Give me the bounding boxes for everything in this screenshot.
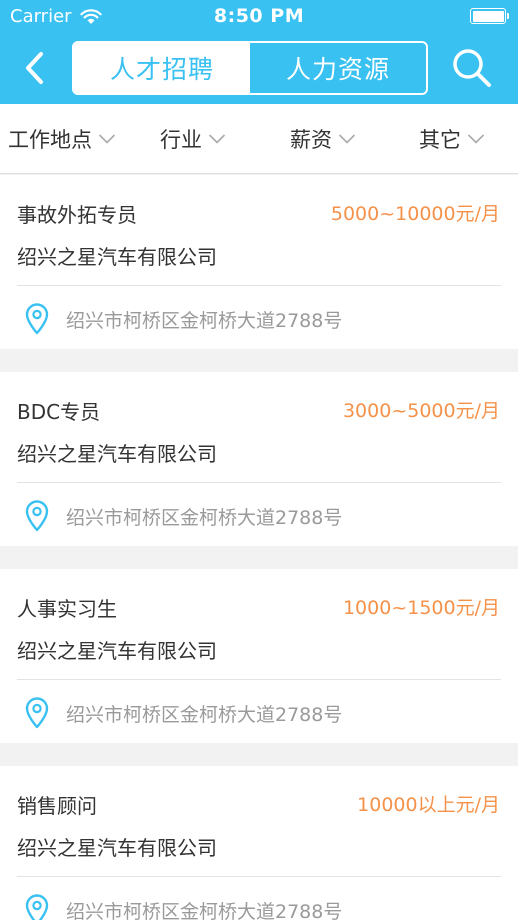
job-address: 绍兴市柯桥区金柯桥大道2788号 — [66, 310, 343, 332]
job-company: 绍兴之星汽车有限公司 — [17, 639, 217, 663]
divider — [17, 285, 501, 286]
job-company: 绍兴之星汽车有限公司 — [17, 245, 217, 269]
job-card[interactable]: 事故外拓专员 5000~10000元/月 绍兴之星汽车有限公司 绍兴市柯桥区金柯… — [0, 175, 518, 349]
status-time: 8:50 PM — [213, 5, 305, 27]
divider — [17, 876, 501, 877]
search-button[interactable] — [448, 46, 496, 90]
job-title: 事故外拓专员 — [17, 203, 137, 227]
chevron-down-icon — [98, 134, 116, 144]
filter-label: 行业 — [160, 128, 202, 152]
app-header: Carrier 8:50 PM 人才招聘 人力资源 — [0, 0, 518, 104]
filter-salary[interactable]: 薪资 — [290, 104, 356, 174]
battery-icon — [470, 8, 509, 24]
chevron-down-icon — [208, 134, 226, 144]
job-salary: 1000~1500元/月 — [342, 597, 500, 619]
job-card[interactable]: 销售顾问 10000以上元/月 绍兴之星汽车有限公司 绍兴市柯桥区金柯桥大道27… — [0, 766, 518, 920]
filter-industry[interactable]: 行业 — [160, 104, 226, 174]
filter-location[interactable]: 工作地点 — [8, 104, 116, 174]
location-pin-icon — [25, 500, 49, 532]
filter-label: 薪资 — [290, 128, 332, 152]
job-title: 销售顾问 — [17, 794, 97, 818]
tab-label: 人力资源 — [285, 55, 390, 84]
divider — [17, 482, 501, 483]
divider — [17, 679, 501, 680]
filter-other[interactable]: 其它 — [419, 104, 485, 174]
job-address: 绍兴市柯桥区金柯桥大道2788号 — [66, 901, 343, 920]
search-icon — [453, 49, 491, 87]
job-salary: 5000~10000元/月 — [330, 203, 500, 225]
chevron-down-icon — [338, 134, 356, 144]
job-address: 绍兴市柯桥区金柯桥大道2788号 — [66, 704, 343, 726]
location-pin-icon — [25, 894, 49, 920]
job-card[interactable]: BDC专员 3000~5000元/月 绍兴之星汽车有限公司 绍兴市柯桥区金柯桥大… — [0, 372, 518, 546]
segmented-control: 人才招聘 人力资源 — [72, 41, 428, 95]
status-bar: Carrier 8:50 PM — [0, 0, 518, 34]
job-title: 人事实习生 — [17, 597, 117, 621]
job-title: BDC专员 — [17, 400, 101, 424]
job-address: 绍兴市柯桥区金柯桥大道2788号 — [66, 507, 343, 529]
chevron-left-icon — [26, 52, 43, 84]
job-salary: 3000~5000元/月 — [342, 400, 500, 422]
tab-label: 人才招聘 — [109, 55, 214, 84]
chevron-down-icon — [467, 134, 485, 144]
filter-bar: 工作地点 行业 薪资 其它 — [0, 104, 518, 174]
back-button[interactable] — [14, 46, 54, 90]
tab-talent-recruitment[interactable]: 人才招聘 — [74, 43, 250, 93]
filter-label: 工作地点 — [8, 128, 92, 152]
job-company: 绍兴之星汽车有限公司 — [17, 836, 217, 860]
location-pin-icon — [25, 303, 49, 335]
job-card[interactable]: 人事实习生 1000~1500元/月 绍兴之星汽车有限公司 绍兴市柯桥区金柯桥大… — [0, 569, 518, 743]
filter-label: 其它 — [419, 128, 461, 152]
location-pin-icon — [25, 697, 49, 729]
tab-human-resources[interactable]: 人力资源 — [250, 43, 426, 93]
job-company: 绍兴之星汽车有限公司 — [17, 442, 217, 466]
job-salary: 10000以上元/月 — [357, 794, 500, 816]
